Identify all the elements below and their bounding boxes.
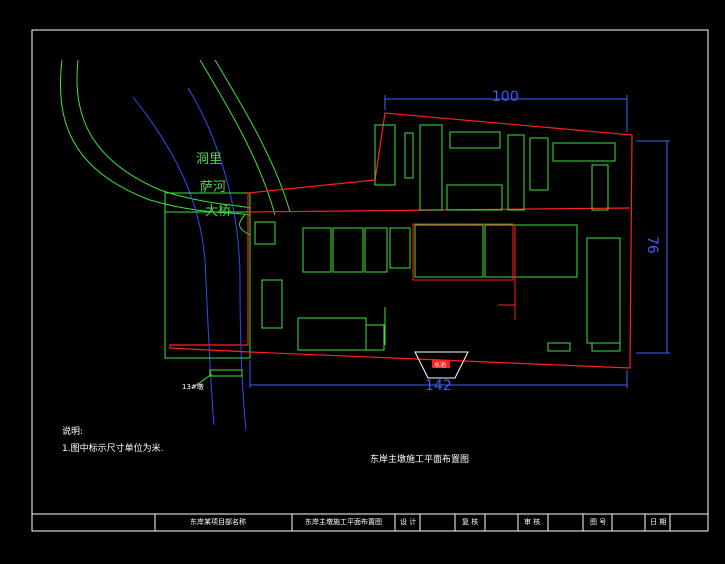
top-buildings [374,124,616,211]
note-heading: 说明: [62,427,84,437]
title-block-design: 设 计 [400,518,417,526]
site-boundary [169,112,633,369]
pier-label: 13#墩 [182,383,204,391]
work-area-blocks [254,221,621,352]
road-lines [59,59,291,236]
title-block-drawing-name: 东岸主墩施工平面布置图 [305,518,382,526]
internal-red-lines [412,223,516,320]
title-block-check: 复 核 [462,518,479,526]
site-plan-drawing [31,29,709,532]
note-line-1: 1.图中标示尺寸单位为米. [62,444,164,454]
dimension-top: 100 [492,89,519,105]
title-block-project: 东岸某项目部名称 [190,518,246,526]
river-name-label: 萨河 [200,180,227,195]
title-block-review: 审 核 [524,518,541,526]
dimension-bottom: 142 [425,378,452,394]
dimension-lines [249,95,670,388]
title-block-number: 图 号 [590,518,607,526]
dimension-right: 76 [644,236,660,254]
tank-label: 水池 [434,362,447,369]
drawing-title: 东岸主墩施工平面布置图 [370,455,470,465]
title-block-date: 日 期 [650,518,667,526]
place-name-label: 洞里 [196,152,223,167]
bridge-name-label: 大桥 [205,204,232,219]
river-banks [132,87,247,431]
pier-marker [209,369,243,377]
